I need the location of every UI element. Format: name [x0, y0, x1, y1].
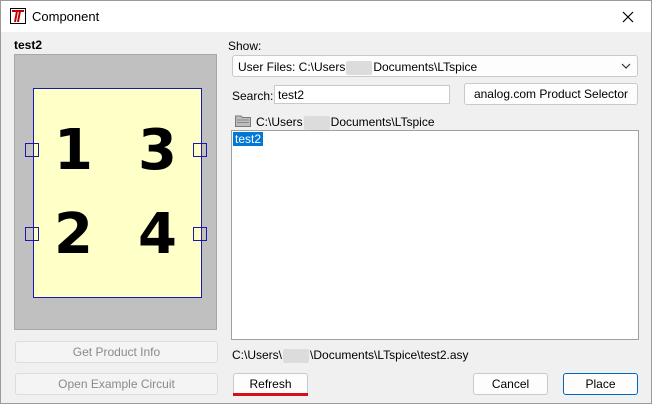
window-title: Component: [32, 9, 100, 24]
component-dialog: Component test2 1 3 2 4 Get Product Info…: [0, 0, 652, 404]
redacted-username: [303, 115, 330, 130]
redacted-username: [346, 60, 373, 75]
search-label: Search:: [232, 89, 274, 103]
chevron-down-icon: [621, 63, 631, 69]
component-list[interactable]: test2: [231, 130, 639, 340]
show-selected-value: User Files: C:\Users Documents\LTspice: [238, 60, 478, 75]
pin-marker: [25, 143, 39, 157]
component-symbol-body: 1 3 2 4: [25, 88, 207, 298]
preview-component-name: test2: [14, 38, 43, 52]
list-item-selected[interactable]: test2: [233, 132, 264, 146]
pin-number: 2: [54, 202, 93, 267]
search-value: test2: [278, 88, 305, 102]
current-folder-path: C:\Users Documents\LTspice: [256, 115, 435, 130]
pin-number: 1: [54, 118, 93, 183]
get-product-info-button[interactable]: Get Product Info: [15, 341, 218, 363]
annotation-underline: [233, 393, 308, 396]
pin-marker: [193, 227, 207, 241]
pin-number: 4: [138, 202, 177, 267]
product-selector-button[interactable]: analog.com Product Selector: [464, 83, 638, 105]
title-bar: Component: [1, 1, 651, 32]
pin-marker: [193, 143, 207, 157]
ltspice-app-icon: [10, 8, 26, 24]
show-dropdown[interactable]: User Files: C:\Users Documents\LTspice: [232, 55, 638, 77]
pin-marker: [25, 227, 39, 241]
pin-number: 3: [138, 118, 177, 183]
cancel-button[interactable]: Cancel: [473, 373, 548, 395]
close-icon: [622, 11, 634, 22]
open-example-circuit-button[interactable]: Open Example Circuit: [15, 373, 218, 395]
show-label: Show:: [228, 39, 262, 53]
place-button[interactable]: Place: [563, 373, 638, 395]
folder-icon: [235, 115, 251, 127]
close-button[interactable]: [605, 1, 651, 32]
selected-file-path: C:\Users\ \Documents\LTspice\test2.asy: [232, 348, 469, 363]
search-input[interactable]: test2: [274, 85, 450, 104]
refresh-button[interactable]: Refresh: [233, 373, 308, 395]
redacted-username: [283, 348, 310, 363]
symbol-preview: 1 3 2 4: [14, 54, 217, 330]
